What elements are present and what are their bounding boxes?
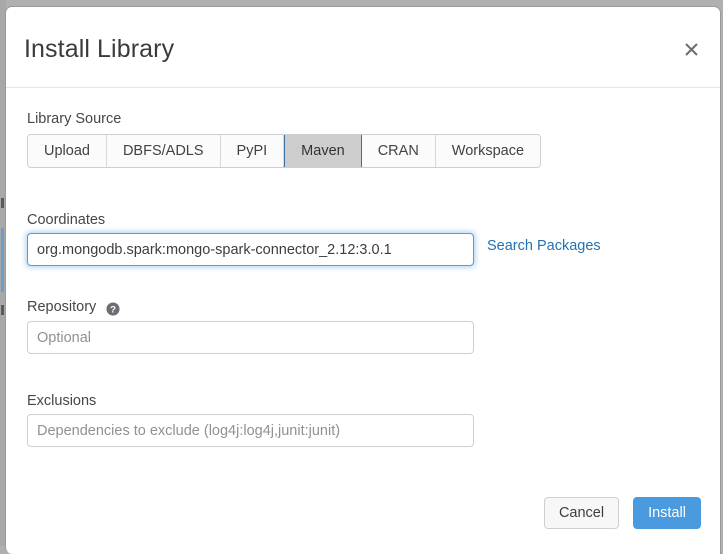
tab-cran[interactable]: CRAN (361, 135, 436, 167)
tab-dbfs-adls-label: DBFS/ADLS (122, 143, 204, 159)
tab-pypi[interactable]: PyPI (220, 135, 285, 167)
library-source-label: Library Source (27, 111, 122, 127)
tab-upload-label: Upload (44, 143, 90, 159)
tab-pypi-label: PyPI (236, 143, 268, 159)
tab-maven[interactable]: Maven (284, 135, 362, 167)
exclusions-label: Exclusions (27, 393, 97, 409)
dialog-title: Install Library (24, 35, 175, 63)
tab-maven-label: Maven (301, 143, 345, 159)
tab-workspace-label: Workspace (451, 143, 525, 159)
exclusions-input[interactable] (27, 414, 474, 447)
tab-workspace[interactable]: Workspace (435, 135, 541, 167)
search-packages-link[interactable]: Search Packages (487, 238, 601, 254)
repository-input[interactable] (27, 321, 474, 354)
tab-dbfs-adls[interactable]: DBFS/ADLS (106, 135, 221, 167)
help-circle-icon[interactable]: ? (106, 302, 120, 316)
coordinates-input[interactable] (27, 233, 474, 266)
background-strip-blue (1, 228, 4, 292)
repository-label: Repository (27, 299, 97, 315)
cancel-button[interactable]: Cancel (544, 497, 619, 529)
install-button-label: Install (648, 505, 686, 521)
install-button[interactable]: Install (633, 497, 701, 529)
background-strip-top (1, 198, 4, 208)
svg-text:?: ? (110, 305, 116, 316)
dialog-header: Install Library (6, 7, 720, 88)
install-library-dialog: Install Library Library Source Upload DB… (5, 6, 721, 554)
tab-cran-label: CRAN (377, 143, 419, 159)
coordinates-label: Coordinates (27, 212, 106, 228)
library-source-tabs: Upload DBFS/ADLS PyPI Maven CRAN Workspa… (27, 134, 542, 168)
tab-upload[interactable]: Upload (28, 135, 107, 167)
background-strip-bottom (1, 305, 4, 315)
close-icon[interactable] (678, 36, 704, 62)
cancel-button-label: Cancel (558, 505, 605, 521)
